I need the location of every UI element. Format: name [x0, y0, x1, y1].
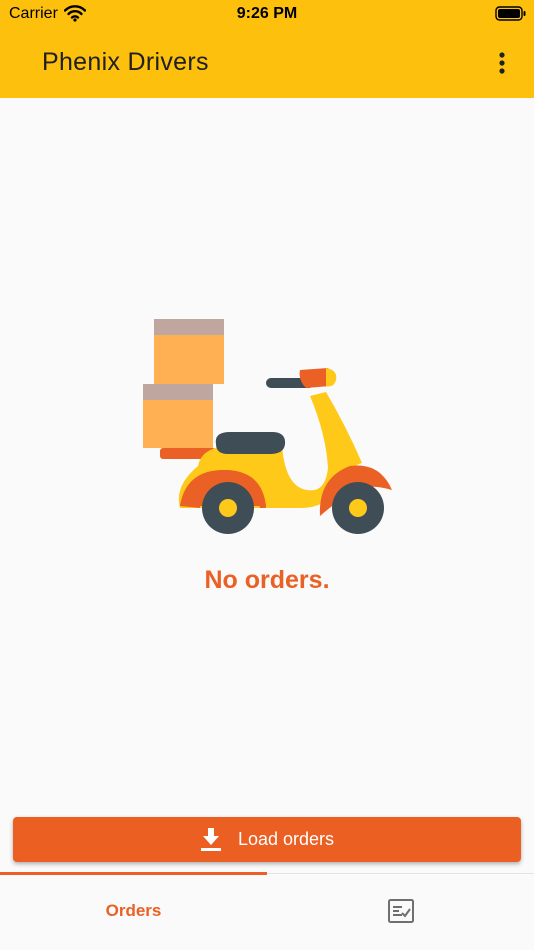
page-title: Phenix Drivers [42, 48, 209, 76]
status-time: 9:26 PM [236, 5, 298, 22]
status-bar: Carrier 9:26 PM [0, 0, 534, 28]
load-orders-button[interactable]: Load orders [13, 817, 521, 862]
delivery-scooter-illustration [143, 319, 392, 534]
tab-checklist[interactable] [267, 875, 534, 950]
load-orders-label: Load orders [237, 829, 335, 849]
tab-orders-label: Orders [105, 901, 162, 920]
checklist-icon [387, 899, 414, 923]
nav-divider [267, 873, 534, 874]
more-vert-icon[interactable] [490, 50, 514, 76]
empty-state-message: No orders. [204, 566, 330, 594]
tab-orders[interactable]: Orders [0, 875, 267, 950]
download-icon [200, 827, 221, 851]
battery-icon [495, 6, 526, 21]
bottom-navigation: Orders [0, 872, 534, 950]
app-bar: Carrier 9:26 PM Phenix Drivers [0, 0, 534, 98]
